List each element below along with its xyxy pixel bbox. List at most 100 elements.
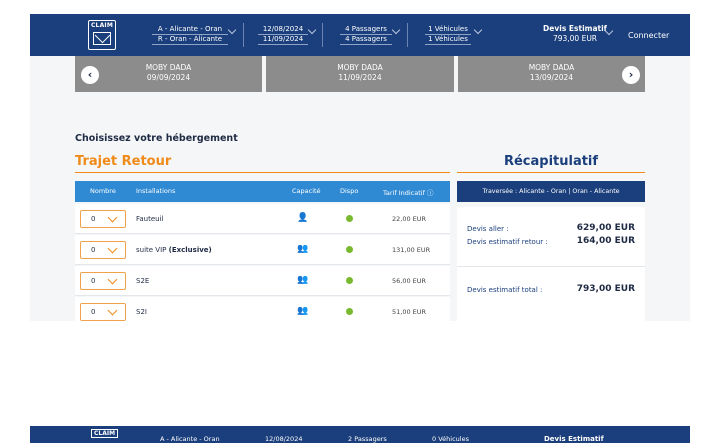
- ferry-date: 11/09/2024: [338, 73, 382, 82]
- quantity-value: 0: [91, 246, 96, 254]
- vehicles-return: 1 Véhicules: [425, 35, 471, 45]
- ferry-date: 13/09/2024: [529, 73, 574, 82]
- ferry-operator: MOBY DADA: [528, 63, 575, 72]
- logo-text[interactable]: CLAIM: [91, 429, 119, 438]
- route-return: R - Oran - Alicante: [152, 35, 228, 45]
- connect-button[interactable]: Connecter: [628, 31, 669, 40]
- person-icon: 👤: [297, 213, 309, 223]
- table-row: 0 S2I 👥 51,00 EUR: [75, 297, 450, 321]
- passengers-outbound: 4 Passagers: [340, 25, 392, 35]
- recap-aller-label: Devis aller :: [467, 225, 509, 233]
- page-title: Choisissez votre hébergement: [75, 133, 238, 144]
- chevron-down-icon[interactable]: [473, 25, 483, 35]
- recap-retour-value: 164,00 EUR: [576, 236, 635, 246]
- table-header: Nombre Installations Capacité Dispo Tari…: [75, 181, 450, 202]
- top-header: CLAIM A - Alicante - Oran R - Oran - Ali…: [30, 14, 690, 56]
- installation-name: S2I: [136, 308, 147, 316]
- app-window-second: CLAIM A - Alicante - Oran 12/08/2024 2 P…: [30, 426, 690, 443]
- devis-title: Devis Estimatif: [543, 24, 607, 33]
- divider: [457, 266, 645, 267]
- table-row: 0 Fauteuil 👤 22,00 EUR: [75, 204, 450, 234]
- recap-total-value: 793,00 EUR: [576, 284, 635, 294]
- devis-amount: 793,00 EUR: [552, 34, 598, 43]
- date-selector[interactable]: 12/08/2024 11/09/2024: [258, 25, 308, 45]
- vehicles-outbound[interactable]: 0 Véhicules: [432, 435, 469, 443]
- quantity-select[interactable]: 0: [80, 210, 126, 228]
- persons-icon: 👥: [297, 275, 309, 285]
- divider: [75, 172, 450, 173]
- recap-aller-value: 629,00 EUR: [576, 223, 635, 233]
- installation-extra: (Exclusive): [168, 246, 212, 254]
- price: 22,00 EUR: [392, 215, 427, 223]
- availability-dot: [346, 308, 353, 315]
- divider: [407, 23, 408, 47]
- vehicles-outbound: 1 Véhicules: [425, 25, 471, 35]
- chevron-down-icon: [107, 305, 118, 316]
- column-header: Dispo: [340, 187, 359, 195]
- chevron-down-icon: [107, 274, 118, 285]
- column-header: Capacité: [292, 187, 321, 195]
- section-title: Trajet Retour: [75, 154, 172, 169]
- route-outbound: A - Alicante - Oran: [152, 25, 228, 35]
- quantity-select[interactable]: 0: [80, 272, 126, 290]
- quantity-value: 0: [91, 277, 96, 285]
- top-header: CLAIM A - Alicante - Oran 12/08/2024 2 P…: [30, 426, 690, 443]
- date-return: 11/09/2024: [258, 35, 308, 45]
- passengers-outbound[interactable]: 2 Passagers: [348, 435, 387, 443]
- chevron-down-icon[interactable]: [391, 25, 401, 35]
- date-outbound: 12/08/2024: [258, 25, 308, 35]
- ferry-date: 09/09/2024: [146, 73, 191, 82]
- column-header: Tarif Indicatif ⓘ: [383, 187, 433, 197]
- chevron-down-icon[interactable]: [307, 25, 317, 35]
- installation-name: S2E: [136, 277, 149, 285]
- ferry-option[interactable]: MOBY DADA 09/09/2024: [75, 56, 262, 92]
- recap-retour-label: Devis estimatif retour :: [467, 238, 548, 246]
- devis-title[interactable]: Devis Estimatif: [544, 435, 604, 443]
- claim-logo-icon[interactable]: CLAIM: [88, 20, 116, 50]
- persons-icon: 👥: [297, 306, 309, 316]
- ferry-option[interactable]: MOBY DADA 11/09/2024: [266, 56, 454, 92]
- installation-label: suite VIP: [136, 246, 167, 254]
- chevron-down-icon: [107, 212, 118, 223]
- column-header-text: Tarif Indicatif: [383, 189, 425, 197]
- divider: [322, 23, 323, 47]
- recap-header: Traversée : Alicante - Oran | Oran - Ali…: [457, 181, 645, 202]
- recap-panel: Devis aller : 629,00 EUR Devis estimatif…: [457, 207, 645, 321]
- vehicles-selector[interactable]: 1 Véhicules 1 Véhicules: [425, 25, 471, 45]
- ferry-option[interactable]: MOBY DADA 13/09/2024: [458, 56, 645, 92]
- quantity-value: 0: [91, 308, 96, 316]
- route-outbound[interactable]: A - Alicante - Oran: [160, 435, 220, 443]
- installation-label: S2E: [136, 277, 150, 285]
- installation-label: Fauteuil: [136, 215, 164, 223]
- divider: [243, 23, 244, 47]
- info-icon[interactable]: ⓘ: [427, 189, 434, 197]
- prev-arrow-icon[interactable]: ‹: [81, 66, 99, 84]
- ferry-operator: MOBY DADA: [337, 63, 383, 72]
- column-header: Nombre: [90, 187, 116, 195]
- price: 56,00 EUR: [392, 277, 427, 285]
- app-window: CLAIM A - Alicante - Oran R - Oran - Ali…: [30, 14, 690, 321]
- devis-estimatif[interactable]: Devis Estimatif 793,00 EUR: [535, 24, 615, 44]
- availability-dot: [346, 246, 353, 253]
- table-row: 0 suite VIP (Exclusive) 👥 131,00 EUR: [75, 235, 450, 265]
- installation-name: suite VIP (Exclusive): [136, 246, 212, 254]
- quantity-select[interactable]: 0: [80, 241, 126, 259]
- passengers-return: 4 Passagers: [340, 35, 392, 45]
- availability-dot: [346, 215, 353, 222]
- persons-icon: 👥: [297, 244, 309, 254]
- divider: [457, 172, 645, 173]
- table-row: 0 S2E 👥 56,00 EUR: [75, 266, 450, 296]
- date-outbound[interactable]: 12/08/2024: [265, 435, 302, 443]
- column-header: Installations: [136, 187, 176, 195]
- installation-label: S2I: [136, 308, 147, 316]
- recap-total-label: Devis estimatif total :: [467, 286, 543, 294]
- passengers-selector[interactable]: 4 Passagers 4 Passagers: [340, 25, 392, 45]
- chevron-down-icon[interactable]: [227, 25, 237, 35]
- price: 51,00 EUR: [392, 308, 427, 316]
- quantity-select[interactable]: 0: [80, 303, 126, 321]
- next-arrow-icon[interactable]: ›: [622, 66, 640, 84]
- recap-title: Récapitulatif: [503, 154, 599, 169]
- quantity-value: 0: [91, 215, 96, 223]
- route-selector[interactable]: A - Alicante - Oran R - Oran - Alicante: [152, 25, 228, 45]
- availability-dot: [346, 277, 353, 284]
